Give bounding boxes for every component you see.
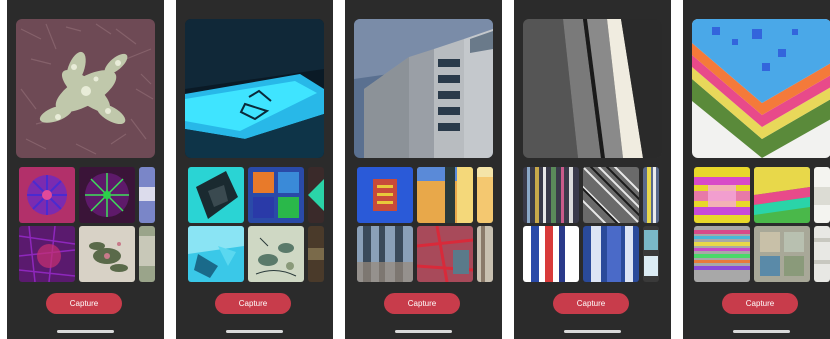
- camera-preview: [523, 19, 662, 158]
- filter-thumbnail[interactable]: [583, 167, 639, 223]
- filter-thumbnail[interactable]: [188, 167, 244, 223]
- filter-thumbnail[interactable]: [694, 226, 750, 282]
- home-indicator: [564, 330, 621, 333]
- filter-thumbnail[interactable]: [754, 226, 810, 282]
- filter-thumbnail[interactable]: [814, 167, 830, 223]
- phone-screen-2: Capture: [176, 0, 333, 339]
- filter-thumbnail[interactable]: [583, 226, 639, 282]
- phone-screen-3: Capture: [345, 0, 502, 339]
- capture-button[interactable]: Capture: [384, 293, 460, 314]
- filter-thumbnail[interactable]: [814, 226, 830, 282]
- camera-preview: [185, 19, 324, 158]
- home-indicator: [57, 330, 114, 333]
- filter-thumbnail[interactable]: [477, 226, 493, 282]
- filter-thumbnail[interactable]: [248, 167, 304, 223]
- filter-thumbnail[interactable]: [79, 226, 135, 282]
- filter-thumbnail[interactable]: [139, 167, 155, 223]
- filter-thumbnail[interactable]: [308, 167, 324, 223]
- phone-screen-5: Capture: [683, 0, 830, 339]
- filter-thumbnail[interactable]: [417, 167, 473, 223]
- filter-thumbnail[interactable]: [248, 226, 304, 282]
- filter-thumbnail[interactable]: [694, 167, 750, 223]
- capture-button[interactable]: Capture: [215, 293, 291, 314]
- camera-preview: [692, 19, 830, 158]
- filter-thumbnail[interactable]: [79, 167, 135, 223]
- filter-thumbnail[interactable]: [523, 226, 579, 282]
- filter-thumbnail[interactable]: [477, 167, 493, 223]
- camera-preview: [16, 19, 155, 158]
- filter-thumbnail[interactable]: [417, 226, 473, 282]
- camera-preview: [354, 19, 493, 158]
- filter-thumbnail[interactable]: [643, 167, 659, 223]
- capture-button[interactable]: Capture: [553, 293, 629, 314]
- phone-screen-4: Capture: [514, 0, 671, 339]
- filter-thumbnail[interactable]: [188, 226, 244, 282]
- filter-thumbnail[interactable]: [357, 167, 413, 223]
- home-indicator: [395, 330, 452, 333]
- filter-thumbnail[interactable]: [643, 226, 659, 282]
- filter-thumbnail[interactable]: [523, 167, 579, 223]
- capture-button[interactable]: Capture: [46, 293, 122, 314]
- capture-button[interactable]: Capture: [722, 293, 798, 314]
- filter-thumbnail[interactable]: [139, 226, 155, 282]
- filter-thumbnail[interactable]: [308, 226, 324, 282]
- home-indicator: [226, 330, 283, 333]
- filter-thumbnail[interactable]: [19, 167, 75, 223]
- home-indicator: [733, 330, 790, 333]
- filter-thumbnail[interactable]: [19, 226, 75, 282]
- filter-thumbnail[interactable]: [357, 226, 413, 282]
- filter-thumbnail[interactable]: [754, 167, 810, 223]
- phone-screen-1: Capture: [7, 0, 164, 339]
